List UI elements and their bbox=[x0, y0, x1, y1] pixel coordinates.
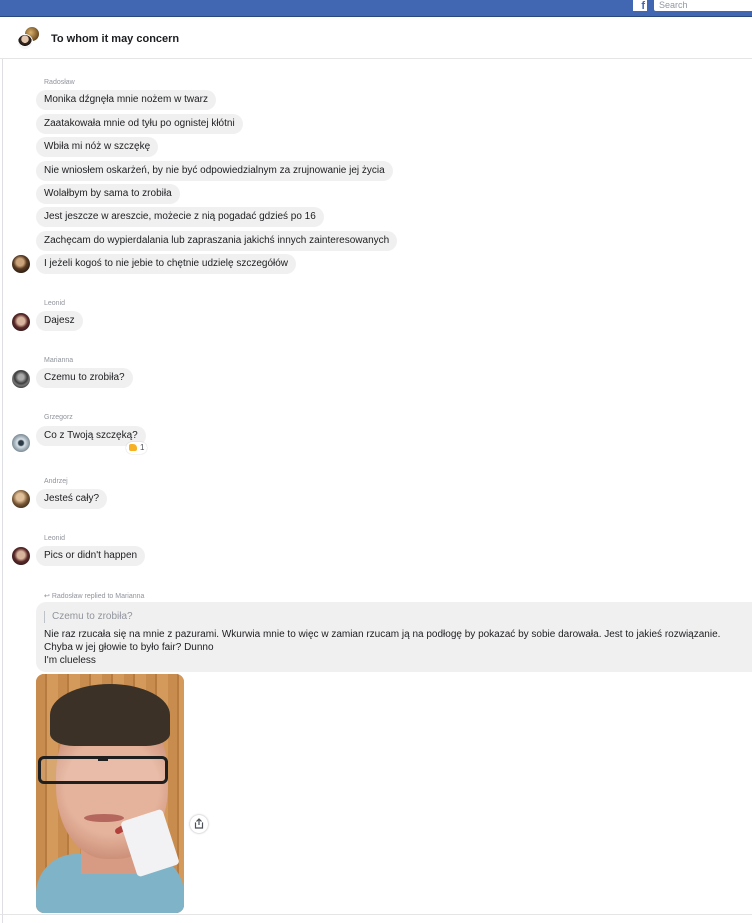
group-avatar[interactable] bbox=[16, 26, 42, 52]
photo-hair bbox=[50, 684, 170, 746]
message-bubble[interactable]: Nie wniosłem oskarżeń, by nie być odpowi… bbox=[36, 161, 393, 181]
share-icon bbox=[194, 818, 204, 829]
conversation-title[interactable]: To whom it may concern bbox=[51, 33, 179, 45]
avatar[interactable] bbox=[12, 313, 30, 331]
facebook-logo-icon[interactable]: f bbox=[633, 0, 647, 11]
photo-glasses-bridge bbox=[98, 758, 108, 761]
divider bbox=[0, 914, 752, 915]
member-avatar-icon bbox=[17, 34, 33, 50]
divider bbox=[2, 59, 3, 923]
sender-name: Leonid bbox=[44, 300, 66, 307]
message-bubble[interactable]: Zachęcam do wypierdalania lub zapraszani… bbox=[36, 231, 398, 251]
message-bubble[interactable]: Wolałbym by sama to zrobiła bbox=[36, 184, 180, 204]
reply-line: Nie raz rzucała się na mnie z pazurami. … bbox=[44, 629, 721, 640]
sender-name: Leonid bbox=[44, 535, 66, 542]
message-bubble[interactable]: Monika dźgnęła mnie nożem w twarz bbox=[36, 90, 216, 110]
message-bubble[interactable]: Jest jeszcze w areszcie, możecie z nią p… bbox=[36, 207, 324, 227]
message-bubble[interactable]: I jeżeli kogoś to nie jebie to chętnie u… bbox=[36, 254, 297, 274]
message-bubble[interactable]: Zaatakowała mnie od tyłu po ognistej kłó… bbox=[36, 114, 243, 134]
search-input[interactable]: Search bbox=[654, 0, 752, 11]
avatar[interactable] bbox=[12, 434, 30, 452]
message-bubble[interactable]: Jesteś cały? bbox=[36, 489, 108, 509]
quoted-message[interactable]: Czemu to zrobiła? bbox=[44, 611, 133, 623]
avatar[interactable] bbox=[12, 370, 30, 388]
sender-name: Radosław bbox=[44, 79, 75, 86]
sender-name: Marianna bbox=[44, 357, 74, 364]
avatar[interactable] bbox=[12, 255, 30, 273]
message-bubble[interactable]: Czemu to zrobiła? bbox=[36, 368, 133, 388]
photo-mouth bbox=[84, 814, 124, 822]
reply-icon: ↩ bbox=[44, 593, 52, 600]
reply-line: I'm clueless bbox=[44, 655, 96, 666]
message-bubble[interactable]: Pics or didn't happen bbox=[36, 546, 146, 566]
avatar[interactable] bbox=[12, 490, 30, 508]
sender-name: Grzegorz bbox=[44, 414, 73, 421]
share-button[interactable] bbox=[190, 815, 208, 833]
reply-text: Nie raz rzucała się na mnie z pazurami. … bbox=[44, 628, 720, 667]
sender-name: Andrzej bbox=[44, 478, 68, 485]
avatar[interactable] bbox=[12, 547, 30, 565]
reply-meta-text: Radosław replied to Marianna bbox=[51, 593, 145, 600]
message-bubble[interactable]: Wbiła mi nóż w szczękę bbox=[36, 137, 159, 157]
reply-meta: ↩ Radosław replied to Marianna bbox=[44, 592, 144, 600]
top-bar: f Search bbox=[0, 0, 752, 17]
message-bubble[interactable]: Dajesz bbox=[36, 311, 83, 331]
reaction-count: 1 bbox=[140, 443, 145, 452]
conversation-header: To whom it may concern bbox=[0, 18, 752, 59]
reply-message-bubble[interactable]: Czemu to zrobiła? Nie raz rzucała się na… bbox=[36, 602, 752, 672]
thumbs-up-icon bbox=[129, 444, 137, 451]
reaction-badge[interactable]: 1 bbox=[126, 442, 148, 454]
reply-line: Chyba w jej głowie to było fair? Dunno bbox=[44, 642, 214, 653]
attached-photo[interactable] bbox=[36, 674, 184, 913]
